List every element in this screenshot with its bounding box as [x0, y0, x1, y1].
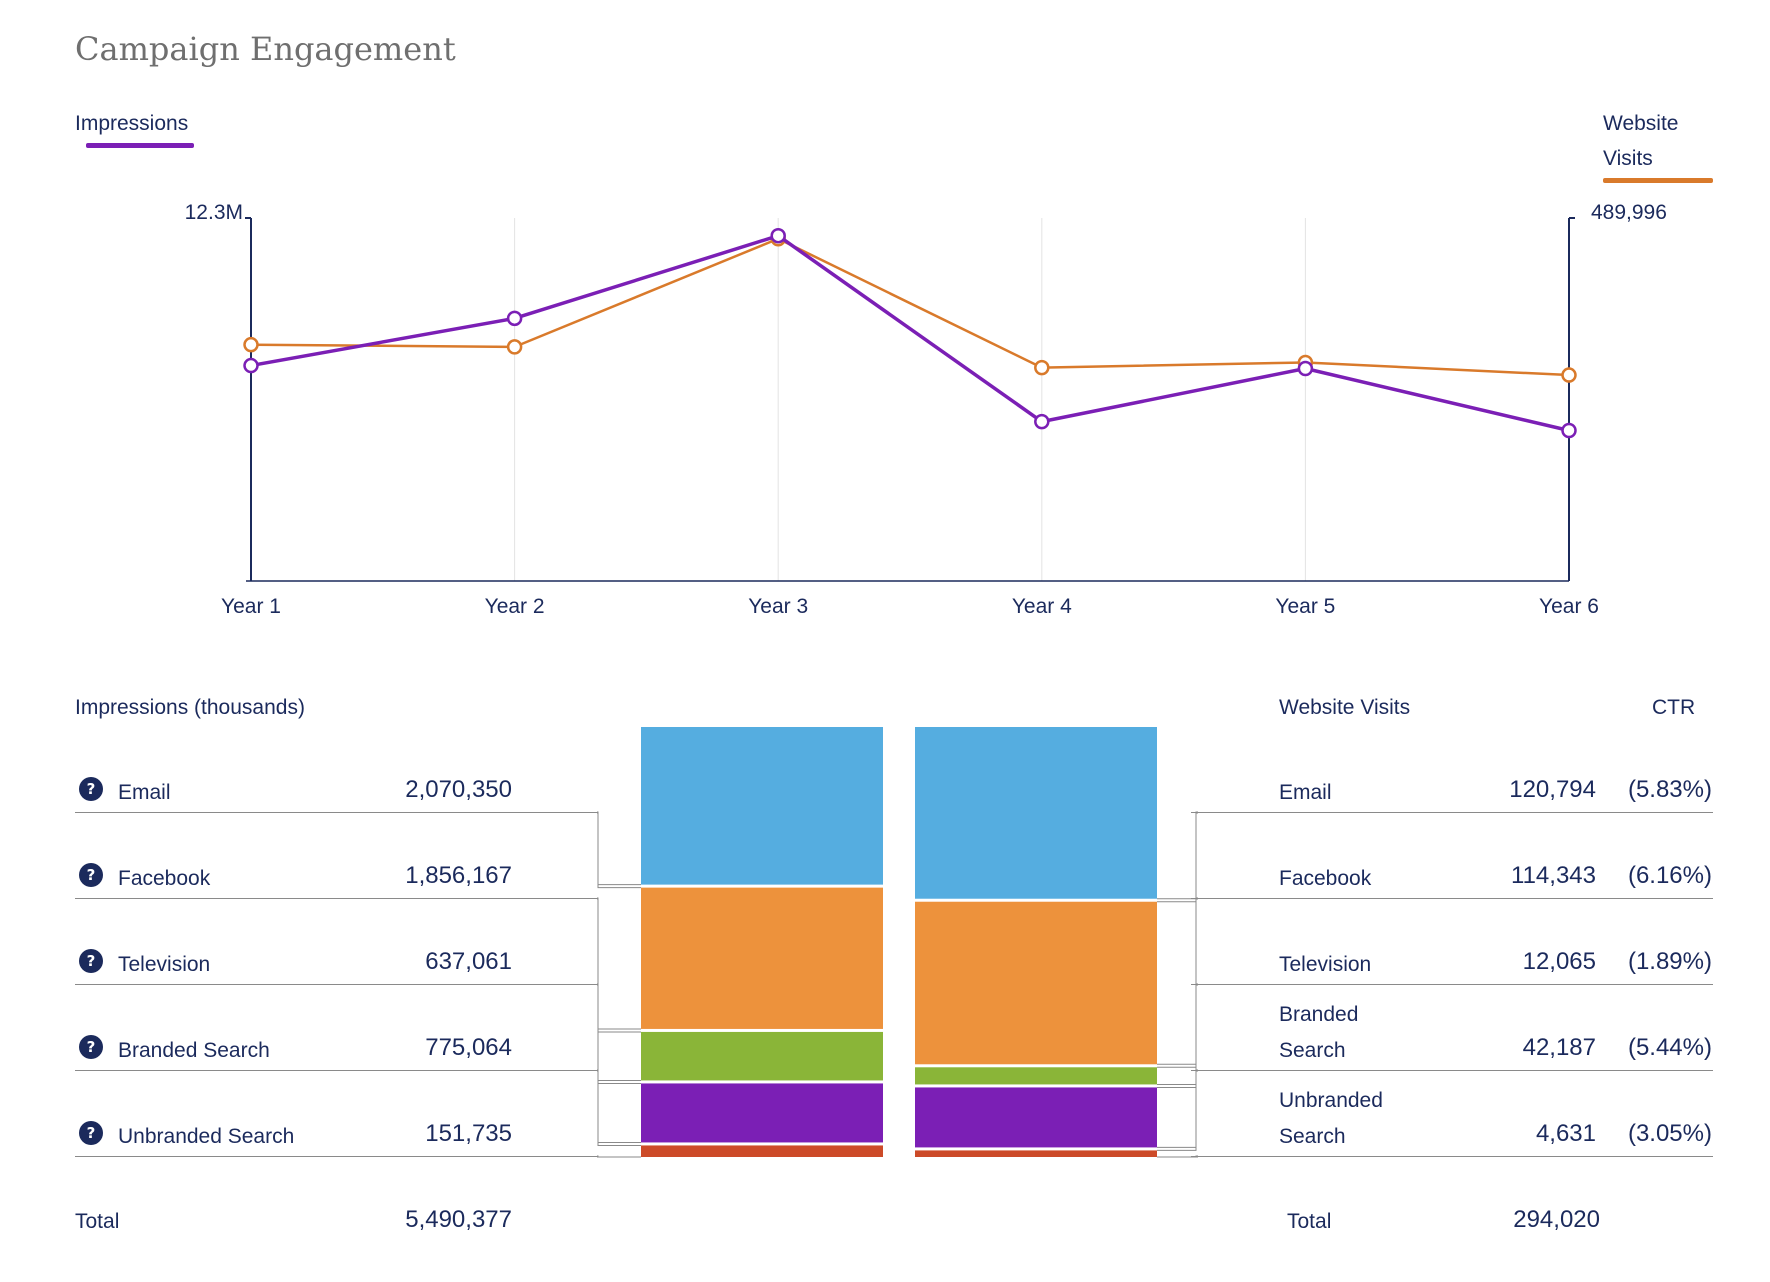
bar-segments [641, 727, 1157, 1157]
visits-connector [1157, 811, 1198, 900]
impressions-connector [597, 812, 641, 889]
visits-bar-segment[interactable] [915, 1087, 1157, 1148]
visits-connector [1157, 1069, 1198, 1148]
impressions-bar-segment[interactable] [641, 727, 883, 885]
visits-bar-segment[interactable] [915, 727, 1157, 899]
visits-connector [1157, 1070, 1198, 1151]
impressions-connector [597, 811, 641, 886]
impressions-connector [597, 984, 641, 1084]
impressions-connector [597, 897, 641, 1030]
impressions-connector [597, 898, 641, 1033]
visits-connector [1157, 984, 1198, 1088]
visits-connector [1157, 898, 1198, 1068]
visits-connector [1157, 983, 1198, 1085]
stacked-bars [597, 727, 1198, 1158]
impressions-connector [597, 1070, 641, 1146]
visits-connector [1157, 897, 1198, 1065]
impressions-bar-segment[interactable] [641, 1031, 883, 1081]
visits-bar-segment[interactable] [915, 1067, 1157, 1085]
impressions-bar-segment[interactable] [641, 887, 883, 1029]
visits-bar-segment[interactable] [915, 1150, 1157, 1157]
visits-connector [1157, 812, 1198, 903]
visits-bar-segment[interactable] [915, 901, 1157, 1065]
impressions-bar-segment[interactable] [641, 1083, 883, 1143]
impressions-bar-segment[interactable] [641, 1145, 883, 1157]
